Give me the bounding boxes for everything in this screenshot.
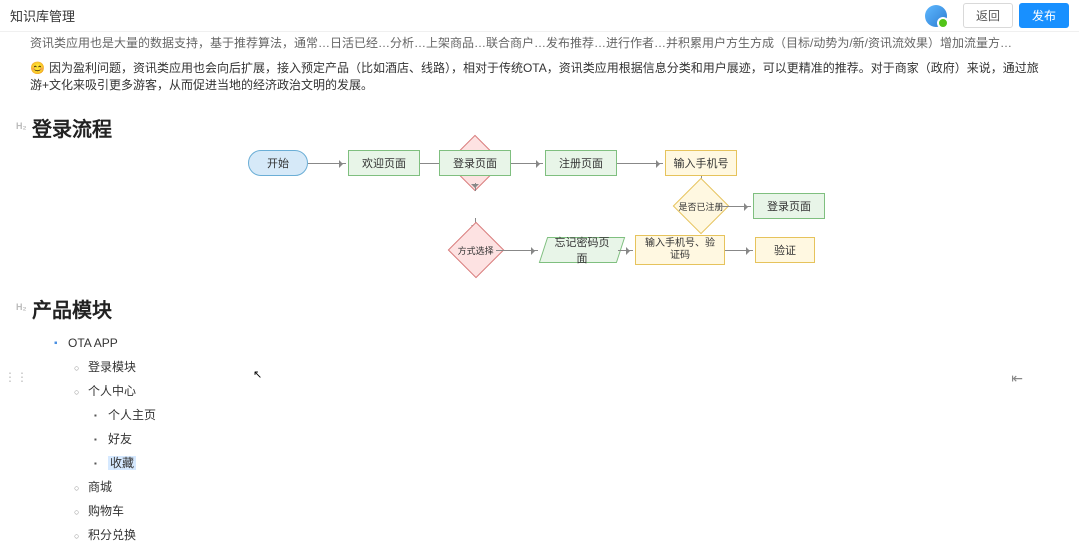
- flow-node-verify: 验证: [755, 237, 815, 263]
- arrow: [618, 250, 633, 251]
- flow-node-register-page: 注册页面: [545, 150, 617, 176]
- arrow: [617, 163, 663, 164]
- list-item[interactable]: 收藏: [108, 451, 1061, 475]
- flow-node-login-page2: 登录页面: [753, 193, 825, 219]
- list-item[interactable]: 购物车: [88, 499, 1061, 523]
- arrow: [496, 250, 538, 251]
- drag-handle-icon[interactable]: ⋮⋮: [4, 370, 28, 384]
- document-content: 资讯类应用也是大量的数据支持，基于推荐算法，通常…日活已经…分析…上架商品…联合…: [0, 32, 1079, 543]
- flow-node-input-phone: 输入手机号: [665, 150, 737, 176]
- intro-bullet: 😊因为盈利问题，资讯类应用也会向后扩展，接入预定产品（比如酒店、线路），相对于传…: [18, 53, 1061, 99]
- list-item[interactable]: 登录模块: [88, 355, 1061, 379]
- heading-marker: H₂: [16, 121, 27, 131]
- list-item[interactable]: 个人中心 个人主页 好友 收藏: [88, 379, 1061, 475]
- flow-node-login-page: 登录页面: [439, 150, 511, 176]
- page-title: 知识库管理: [10, 6, 75, 25]
- avatar[interactable]: [925, 5, 947, 27]
- list-item[interactable]: 商城: [88, 475, 1061, 499]
- heading-login-flow[interactable]: H₂ 登录流程: [32, 113, 1061, 142]
- arrow: [475, 183, 476, 191]
- topbar: 知识库管理 返回 发布: [0, 0, 1079, 32]
- flow-node-welcome: 欢迎页面: [348, 150, 420, 176]
- list-item[interactable]: 好友: [108, 427, 1061, 451]
- truncated-text: 资讯类应用也是大量的数据支持，基于推荐算法，通常…日活已经…分析…上架商品…联合…: [18, 32, 1061, 53]
- list-item[interactable]: 个人主页: [108, 403, 1061, 427]
- module-list: OTA APP 登录模块 个人中心 个人主页 好友 收藏 商城 购物车 积分兑换: [48, 331, 1061, 543]
- flowchart: 开始 欢迎页面 选择 注册页面 输入手机号 登录页面 是否已注册 登录页面 方式…: [248, 150, 1061, 280]
- list-item[interactable]: 积分兑换: [88, 523, 1061, 543]
- heading-marker: H₂: [16, 302, 27, 312]
- heading-modules[interactable]: H₂ 产品模块: [32, 294, 1061, 323]
- flow-node-input-phone-code: 输入手机号、验证码: [635, 235, 725, 265]
- flow-node-start: 开始: [248, 150, 308, 176]
- back-button[interactable]: 返回: [963, 3, 1013, 28]
- outdent-icon[interactable]: ⇤: [1011, 370, 1023, 387]
- arrow: [725, 250, 753, 251]
- arrow: [308, 163, 346, 164]
- list-item[interactable]: OTA APP 登录模块 个人中心 个人主页 好友 收藏 商城 购物车 积分兑换: [68, 331, 1061, 543]
- flow-node-forgot-page: 忘记密码页面: [539, 237, 625, 263]
- publish-button[interactable]: 发布: [1019, 3, 1069, 28]
- mouse-cursor-icon: ↖: [253, 368, 262, 381]
- arrow: [721, 206, 751, 207]
- intro-bullet-text: 因为盈利问题，资讯类应用也会向后扩展，接入预定产品（比如酒店、线路），相对于传统…: [30, 61, 1039, 92]
- smile-emoji: 😊: [30, 61, 45, 75]
